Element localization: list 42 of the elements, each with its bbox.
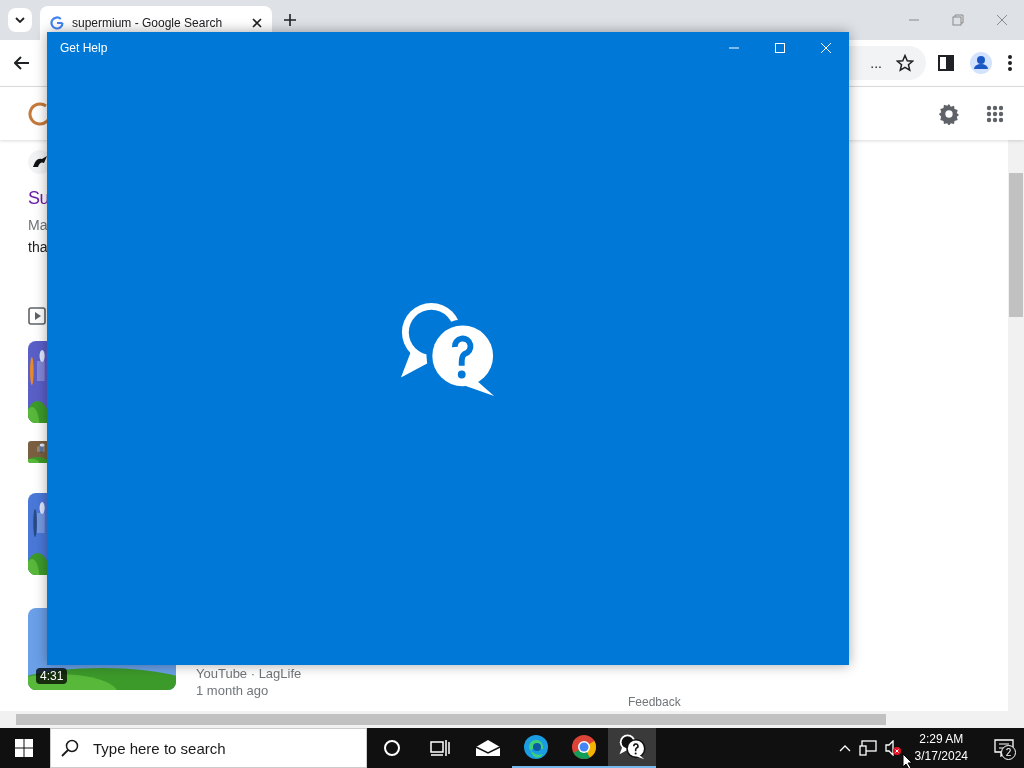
edge-icon <box>523 734 549 760</box>
taskbar-search-field[interactable]: Type here to search <box>91 738 355 758</box>
profile-icon[interactable] <box>970 52 992 74</box>
side-panel-icon[interactable] <box>938 55 954 71</box>
chrome-icon <box>571 734 597 760</box>
star-icon[interactable] <box>896 54 914 72</box>
apps-grid-icon[interactable] <box>986 104 1004 123</box>
result-snippet: tha <box>28 239 48 255</box>
feedback-link[interactable]: Feedback <box>628 695 681 709</box>
task-view-icon <box>430 739 450 757</box>
chevron-up-icon[interactable] <box>838 744 851 752</box>
bird-icon <box>32 155 48 169</box>
network-icon[interactable] <box>858 740 877 756</box>
vertical-scrollbar[interactable] <box>1008 140 1024 711</box>
volume-muted-icon[interactable] <box>884 740 901 756</box>
close-icon[interactable] <box>252 18 262 28</box>
chevron-down-icon <box>15 17 25 23</box>
new-tab-icon[interactable] <box>284 14 296 26</box>
video-source: YouTube · LagLife <box>196 666 302 681</box>
mouse-cursor-icon <box>902 753 913 768</box>
taskbar-search-box[interactable]: Type here to search <box>50 728 367 768</box>
circle-icon <box>383 739 401 757</box>
video-icon <box>28 307 46 325</box>
windows-logo-icon[interactable] <box>15 739 33 757</box>
google-icon <box>50 16 64 30</box>
clock[interactable]: 2:29 AM 3/17/2024 <box>914 731 968 765</box>
result-snippet: Ma <box>28 217 48 233</box>
taskbar-app-button[interactable] <box>608 728 656 768</box>
help-chat-icon <box>618 734 646 760</box>
search-icon <box>61 739 79 757</box>
notification-icon <box>994 739 1014 757</box>
video-duration: 4:31 <box>36 668 68 684</box>
video-age: 1 month ago <box>196 683 270 698</box>
notification-button[interactable]: 2 <box>984 728 1024 768</box>
envelope-icon <box>475 739 501 757</box>
back-arrow-icon[interactable] <box>14 56 30 70</box>
tab-search-button[interactable] <box>8 8 32 32</box>
menu-icon[interactable] <box>1008 55 1012 71</box>
settings-icon[interactable] <box>938 102 960 125</box>
window-title: Get Help <box>60 41 108 55</box>
horizontal-scrollbar[interactable] <box>0 711 1024 728</box>
tab-title: supermium - Google Search <box>72 16 224 30</box>
